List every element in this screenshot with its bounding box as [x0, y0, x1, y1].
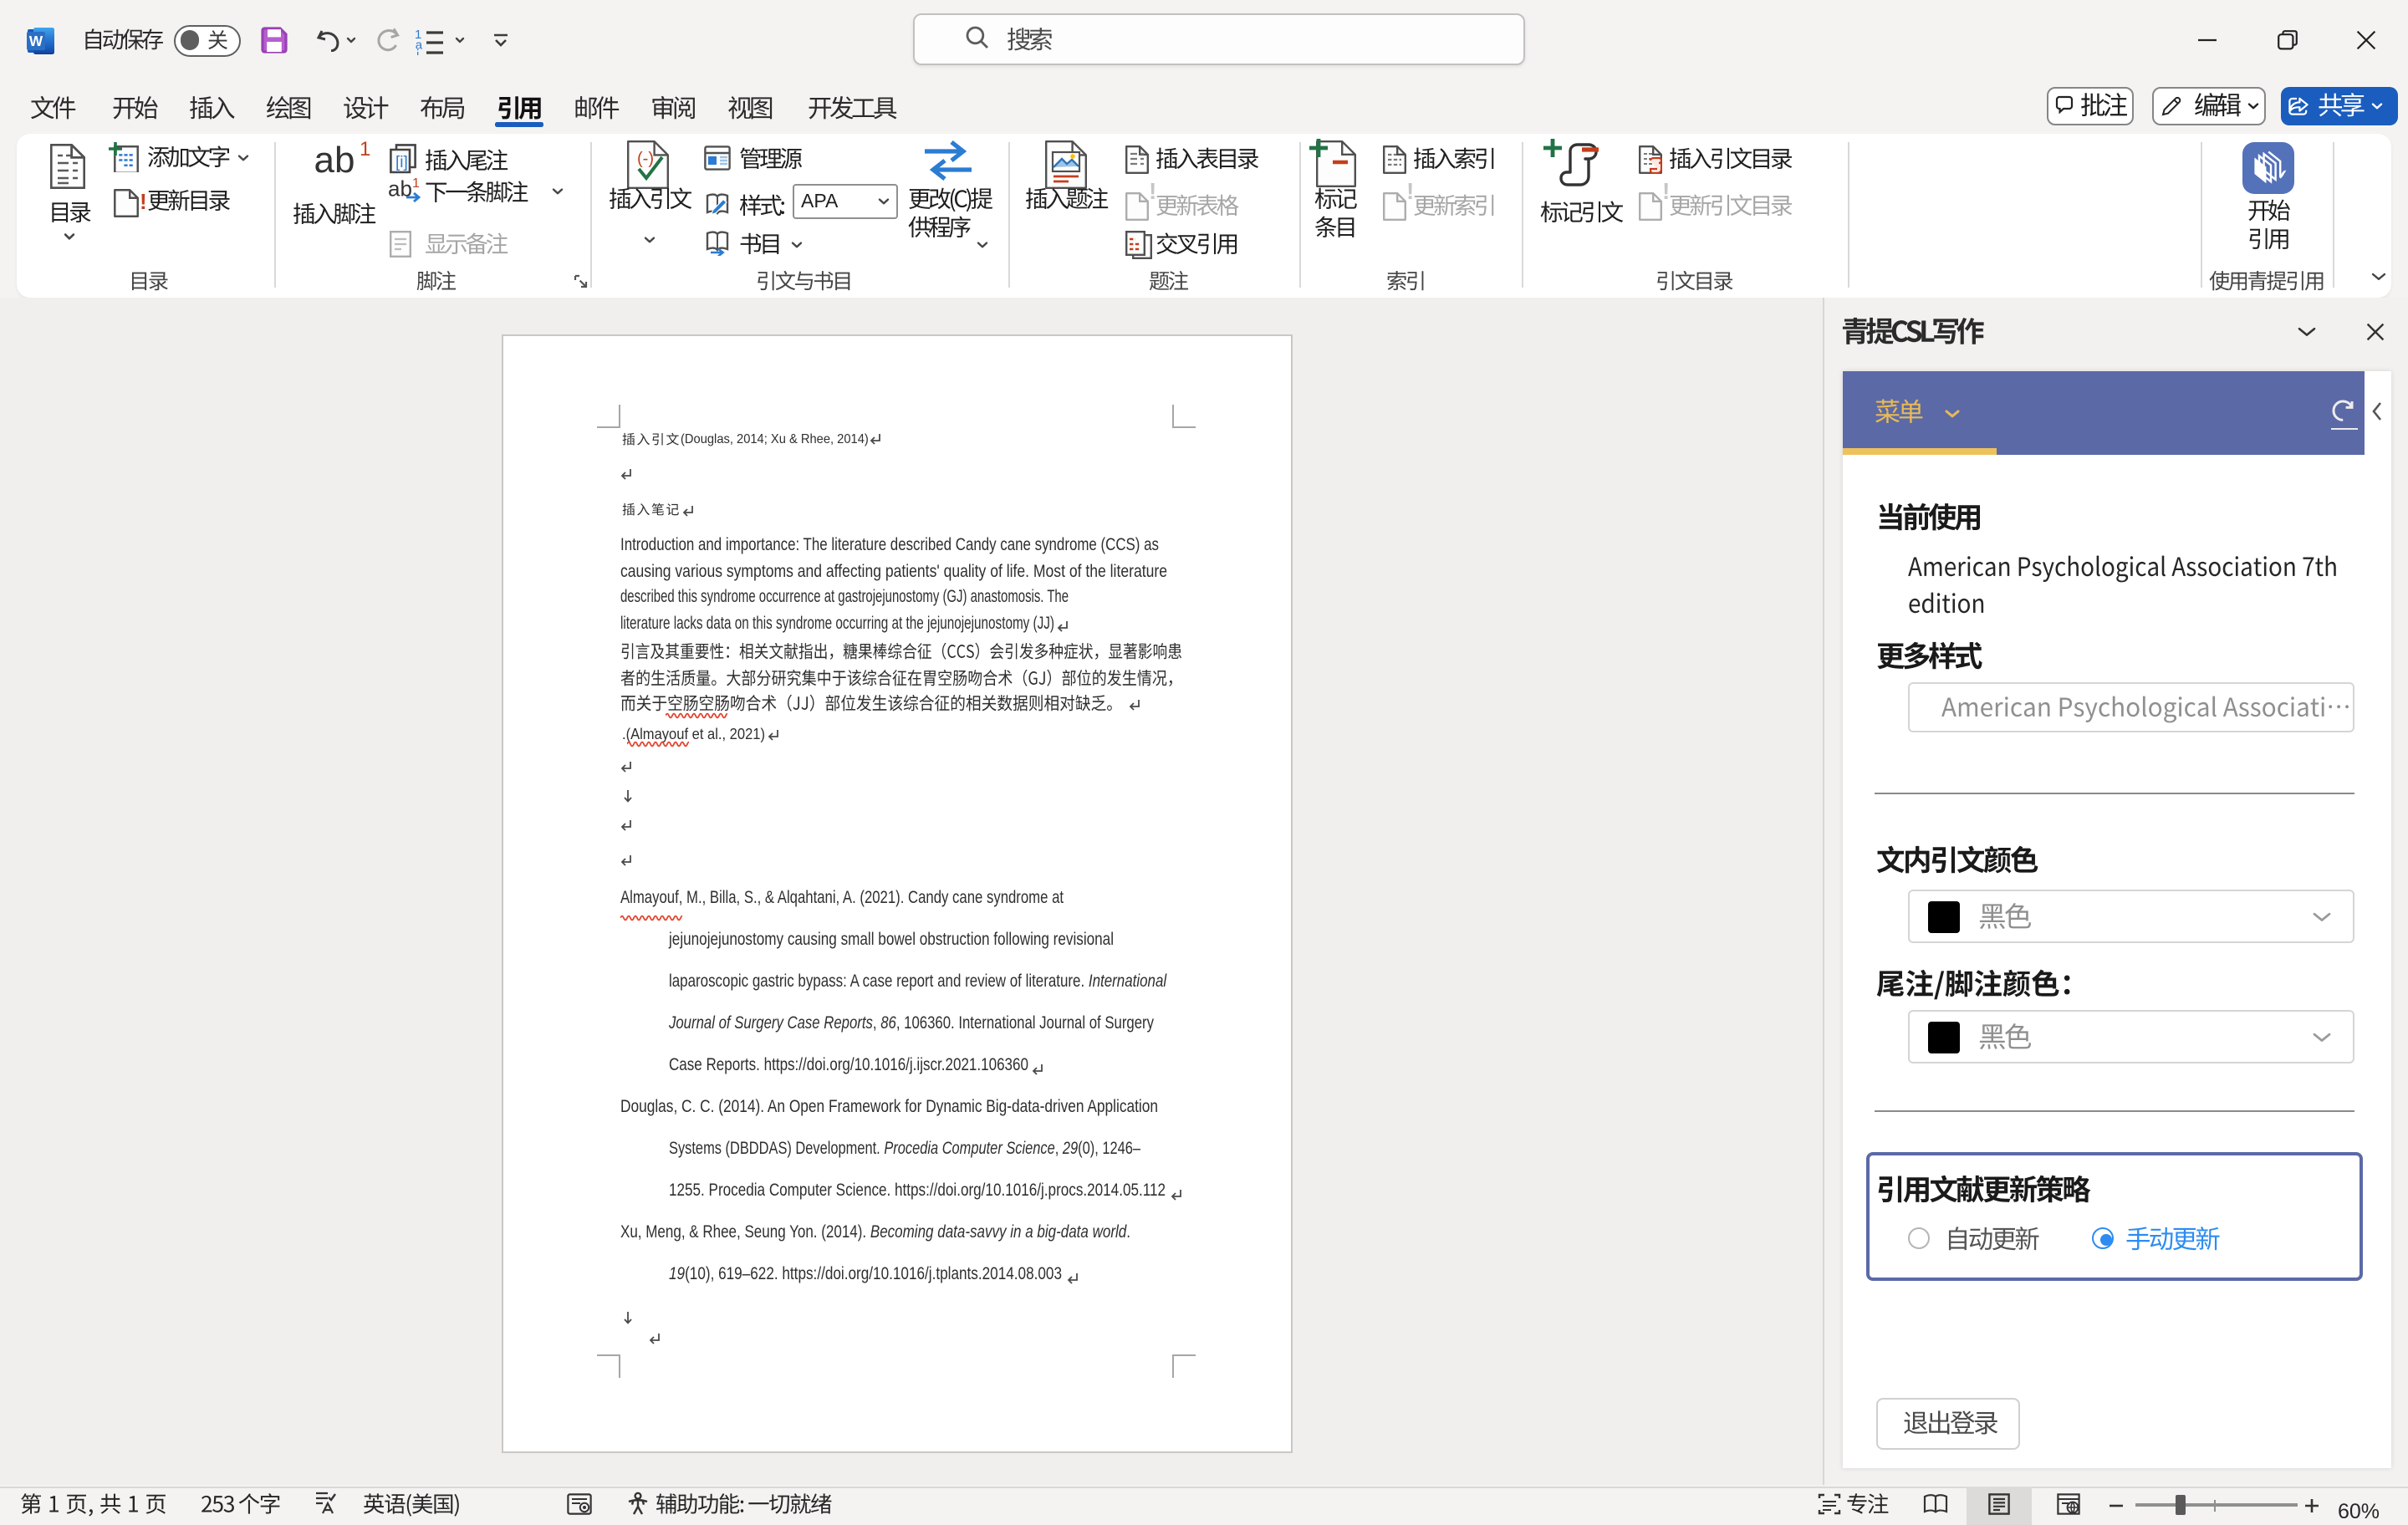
svg-text:(-): (-)	[637, 150, 654, 168]
svg-text:i: i	[416, 48, 419, 55]
svg-text:W: W	[29, 33, 43, 49]
